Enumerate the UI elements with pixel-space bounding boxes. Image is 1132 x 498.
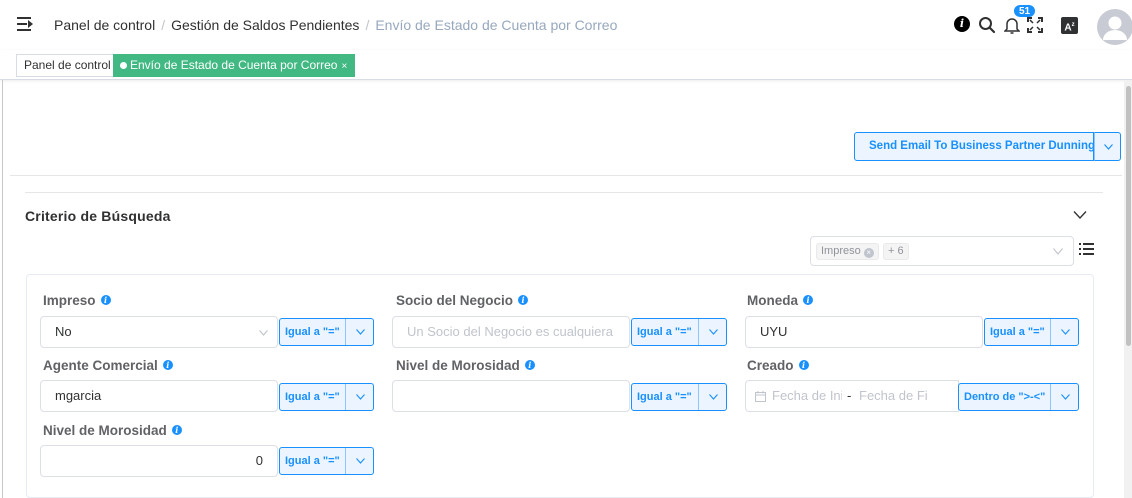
divider (10, 175, 1122, 176)
chevron-down-icon (1061, 394, 1070, 400)
divider (25, 192, 1103, 193)
top-navbar: Panel de control / Gestión de Saldos Pendi… (0, 0, 1132, 50)
chevron-down-icon[interactable] (1073, 210, 1087, 220)
socio-operator-select[interactable]: Igual a "=" (631, 318, 727, 346)
creado-date-range[interactable]: Fecha de Ini - Fecha de Fi (745, 380, 959, 412)
info-icon[interactable]: i (798, 360, 809, 370)
language-icon[interactable]: Az (1061, 17, 1078, 34)
field-label-nivel-morosidad-2: Nivel de Morosidad i (43, 423, 182, 438)
range-separator: - (847, 388, 852, 403)
breadcrumb-item-panel[interactable]: Panel de control (54, 17, 155, 33)
impreso-operator-select[interactable]: Igual a "=" (279, 318, 374, 346)
field-label-impreso: Impreso i (43, 293, 111, 308)
socio-input[interactable]: Un Socio del Negocio es cualquiera (392, 316, 630, 348)
breadcrumb: Panel de control / Gestión de Saldos Pendi… (54, 17, 617, 33)
close-icon[interactable]: × (341, 61, 347, 72)
end-date-input[interactable]: Fecha de Fi (859, 381, 931, 411)
filter-fields-select[interactable]: Impreso × + 6 (810, 236, 1074, 266)
chevron-down-icon (709, 329, 718, 335)
list-icon[interactable] (1079, 243, 1094, 256)
info-icon[interactable]: i (171, 425, 182, 435)
field-label-moneda: Moneda i (747, 293, 814, 308)
creado-operator-select[interactable]: Dentro de ">-<" (958, 383, 1079, 411)
tab-label: Panel de control (24, 58, 111, 72)
info-icon[interactable]: i (100, 295, 111, 305)
tags-view: Panel de control Envío de Estado de Cuen… (0, 50, 1132, 80)
chevron-down-icon (356, 458, 365, 464)
moneda-operator-select[interactable]: Igual a "=" (984, 318, 1079, 346)
chip-more: + 6 (883, 243, 909, 260)
bell-icon[interactable] (1004, 16, 1020, 34)
tab-panel-de-control[interactable]: Panel de control (16, 54, 119, 77)
scrollbar-thumb[interactable] (1126, 86, 1131, 346)
info-icon[interactable]: i (162, 360, 173, 370)
menu-icon[interactable] (17, 17, 33, 31)
breadcrumb-item-gestion[interactable]: Gestión de Saldos Pendientes (171, 17, 359, 33)
chevron-down-icon (1061, 329, 1070, 335)
chevron-down-icon (356, 329, 365, 335)
chevron-down-icon (1053, 248, 1063, 255)
chevron-down-icon (1104, 144, 1113, 150)
field-label-socio: Socio del Negocio i (396, 293, 529, 308)
nivel-morosidad-2-operator-select[interactable]: Igual a "=" (279, 447, 374, 475)
info-icon[interactable]: i (524, 360, 535, 370)
breadcrumb-item-current: Envío de Estado de Cuenta por Correo (375, 17, 618, 33)
nivel-morosidad-operator-select[interactable]: Igual a "=" (631, 383, 727, 411)
info-icon[interactable]: i (518, 295, 529, 305)
nivel-morosidad-input[interactable] (392, 380, 630, 412)
agente-input[interactable]: mgarcia (40, 380, 278, 412)
search-criteria-title: Criterio de Búsqueda (25, 208, 171, 224)
tab-envio-estado-cuenta[interactable]: Envío de Estado de Cuenta por Correo × (113, 54, 356, 77)
action-button-group: Send Email To Business Partner Dunning (854, 132, 1121, 161)
field-label-nivel-morosidad: Nivel de Morosidad i (396, 358, 535, 373)
action-dropdown-button[interactable] (1094, 132, 1121, 161)
user-icon (1103, 16, 1127, 40)
chevron-down-icon (356, 394, 365, 400)
nivel-morosidad-number-input[interactable]: 0 (40, 445, 278, 477)
info-icon[interactable]: i (803, 295, 814, 305)
moneda-input[interactable]: UYU (745, 316, 983, 348)
breadcrumb-separator: / (161, 17, 166, 33)
start-date-input[interactable]: Fecha de Ini (772, 381, 842, 411)
chevron-down-icon (259, 330, 268, 336)
send-email-button[interactable]: Send Email To Business Partner Dunning (854, 132, 1095, 161)
field-label-creado: Creado i (747, 358, 809, 373)
breadcrumb-separator: / (365, 17, 370, 33)
fullscreen-icon[interactable] (1027, 17, 1043, 33)
calendar-icon (755, 391, 766, 402)
search-icon[interactable] (978, 16, 996, 34)
agente-operator-select[interactable]: Igual a "=" (279, 383, 374, 411)
tab-label: Envío de Estado de Cuenta por Correo (130, 58, 338, 72)
chevron-down-icon (709, 394, 718, 400)
avatar[interactable] (1097, 9, 1132, 45)
divider (2, 80, 3, 498)
close-icon[interactable]: × (863, 248, 874, 258)
chip-impreso: Impreso × (816, 243, 879, 260)
notification-badge: 51 (1013, 4, 1037, 18)
active-dot-icon (120, 62, 127, 69)
impreso-select[interactable]: No (40, 316, 278, 348)
field-label-agente: Agente Comercial i (43, 358, 173, 373)
info-icon[interactable]: i (954, 16, 970, 32)
